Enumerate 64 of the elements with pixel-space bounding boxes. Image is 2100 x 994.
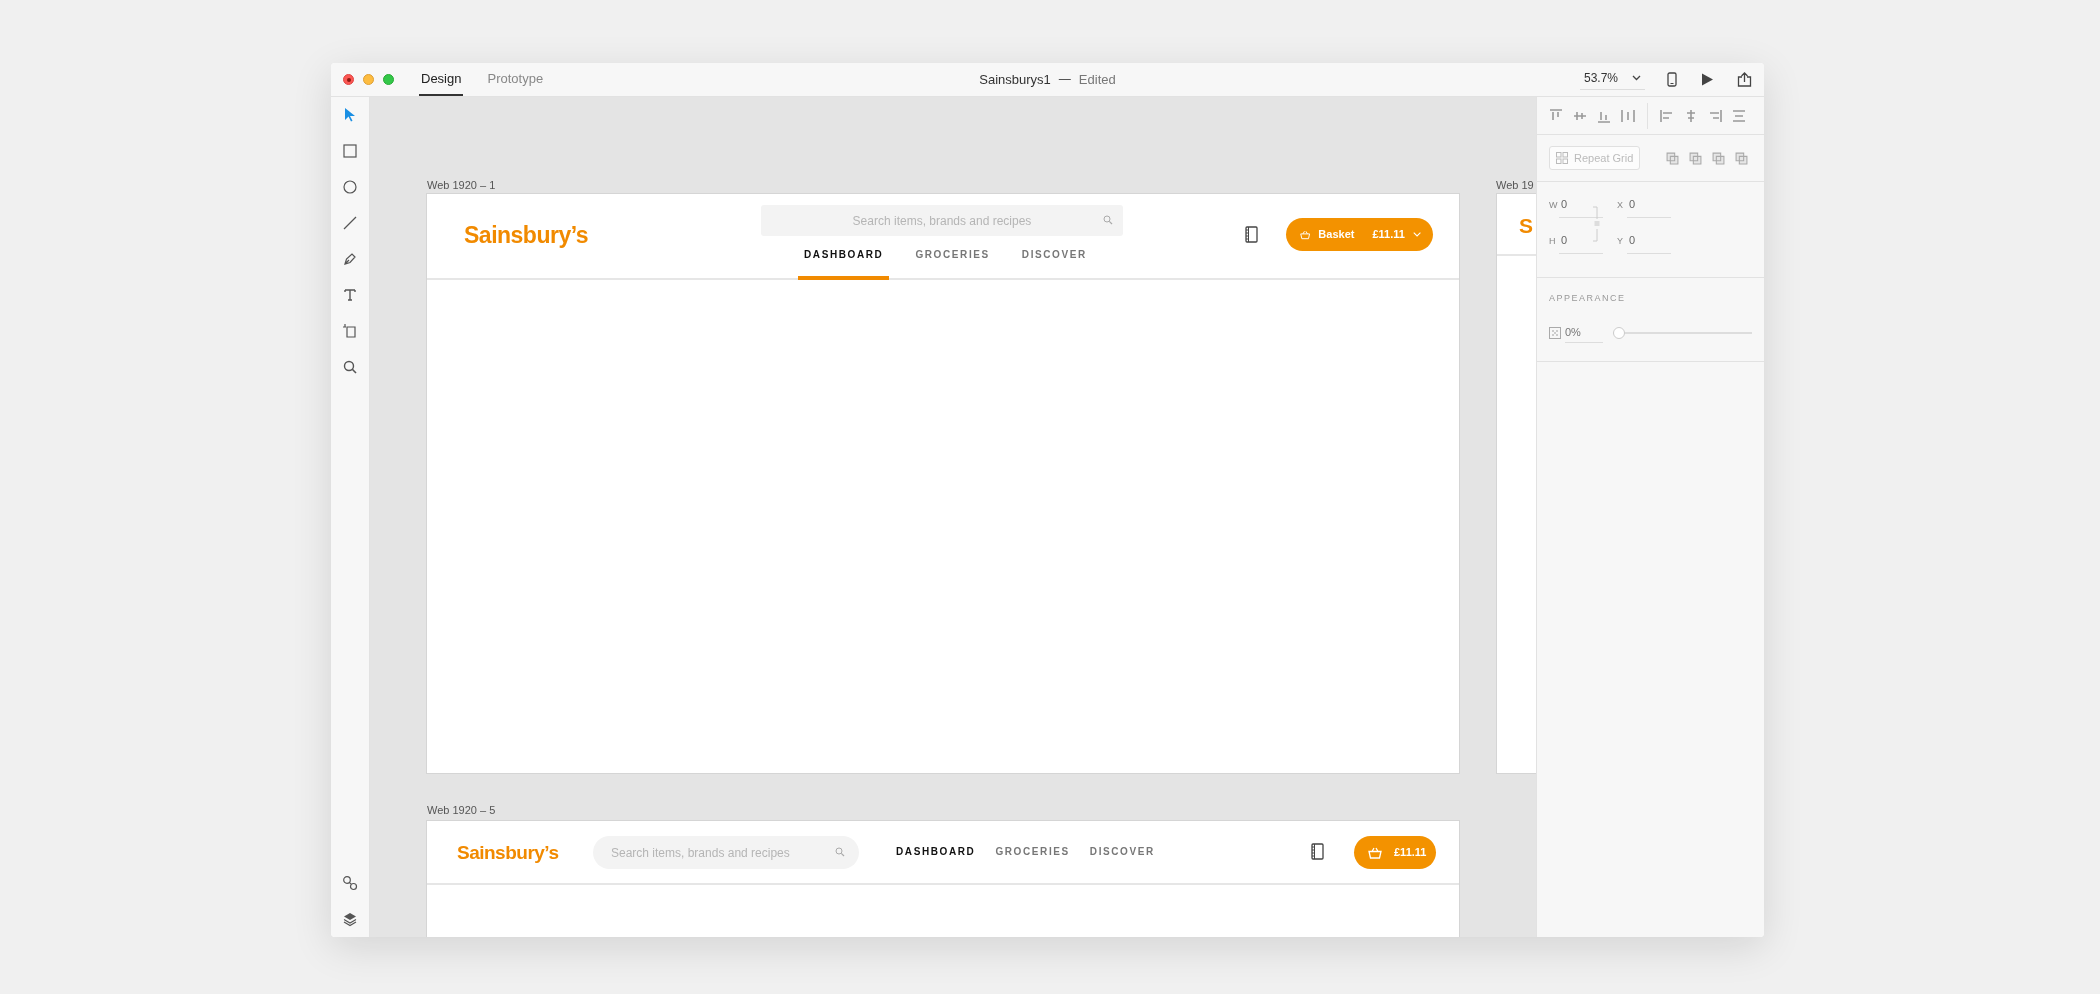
align-icon[interactable] [1684,108,1698,123]
nav-tab[interactable]: DASHBOARD [896,844,976,859]
notebook-icon[interactable] [1311,843,1324,860]
nav-tab[interactable]: GROCERIES [909,244,996,280]
boolean-icon[interactable] [1689,151,1702,165]
mobile-preview-icon[interactable] [1667,72,1677,87]
logo[interactable]: Sainsbury’s [457,839,559,868]
maximize-window-icon[interactable] [383,74,394,85]
line-tool-icon[interactable] [342,215,358,231]
grid-icon [1556,152,1568,164]
notebook-icon[interactable] [1245,226,1258,243]
align-icon[interactable] [1549,108,1563,123]
field-label: X [1617,199,1623,212]
search-icon [835,847,845,857]
chevron-down-icon [1632,75,1641,81]
opacity-field[interactable]: 0% [1565,323,1603,343]
section-heading: APPEARANCE [1549,292,1627,305]
align-icon[interactable] [1708,108,1722,123]
opacity-slider-thumb[interactable] [1613,327,1625,340]
ellipse-tool-icon[interactable] [342,179,358,195]
artboard-label[interactable]: Web 1920 – 1 [427,177,496,194]
basket-icon [1300,228,1311,241]
nav-tab[interactable]: DISCOVER [1089,844,1155,859]
artboard-label[interactable]: Web 1920 – 5 [427,802,496,819]
input-field[interactable]: 0 [1559,232,1603,254]
close-window-icon[interactable] [343,74,354,85]
field-label: Y [1617,235,1623,248]
nav-tab[interactable]: GROCERIES [995,844,1070,859]
text-tool-icon[interactable] [342,287,358,303]
chevron-down-icon [1412,231,1421,238]
boolean-icon[interactable] [1712,151,1725,165]
opacity-icon [1549,327,1561,340]
mode-tab[interactable]: Prototype [485,63,546,96]
play-icon[interactable] [1701,73,1713,86]
minimize-window-icon[interactable] [363,74,374,85]
artboard-tool-icon[interactable] [342,323,358,339]
symbols-icon[interactable] [342,875,358,891]
field-label: H [1549,235,1556,248]
artboard-label[interactable]: Web 19 [1496,177,1534,194]
zoom-dropdown[interactable]: 53.7% [1579,69,1645,90]
boolean-icon[interactable] [1735,151,1748,165]
nav-tab[interactable]: DASHBOARD [798,244,890,280]
basket-button[interactable]: Basket £11.11 [1286,218,1433,251]
rectangle-tool-icon[interactable] [342,143,358,159]
boolean-icon[interactable] [1666,151,1679,165]
document-status: Edited [1078,70,1116,89]
share-icon[interactable] [1737,72,1752,87]
logo[interactable]: Sainsbury’s [464,218,589,253]
basket-button[interactable]: £11.11 [1354,836,1436,869]
field-label: W [1549,199,1558,212]
align-icon[interactable] [1621,108,1635,123]
search-icon [1103,215,1113,225]
align-icon[interactable] [1660,108,1674,123]
logo[interactable]: S [1519,210,1533,242]
input-field[interactable]: 0 [1559,196,1603,218]
basket-icon [1368,846,1382,859]
layers-icon[interactable] [342,911,358,927]
input-field[interactable]: 0 [1627,232,1671,254]
pen-tool-icon[interactable] [342,251,358,267]
input-field[interactable]: 0 [1627,196,1671,218]
nav-tab[interactable]: DISCOVER [1015,244,1093,280]
align-icon[interactable] [1732,108,1746,123]
document-title: Sainsburys1 [979,70,1051,89]
search-icon[interactable] [342,359,358,375]
